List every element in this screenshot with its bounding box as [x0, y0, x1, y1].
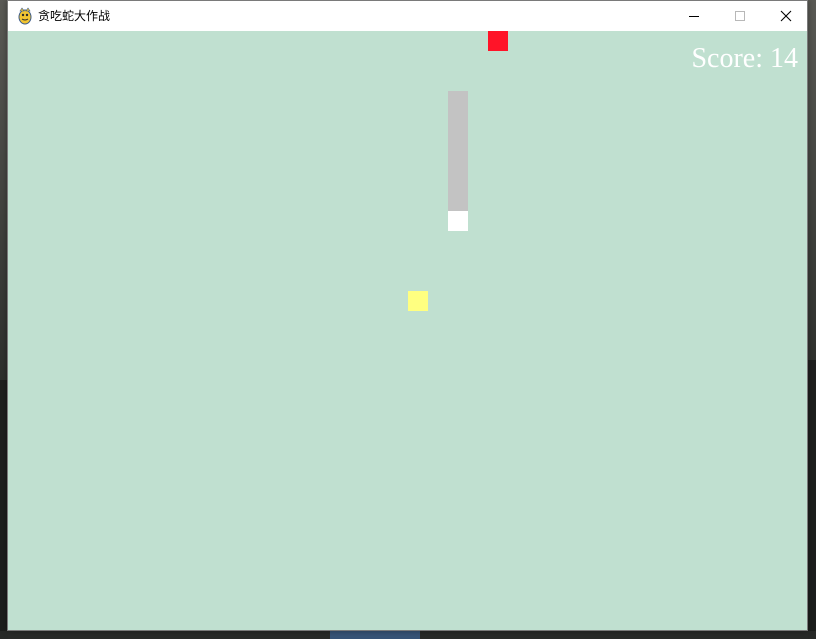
snake-body-segment: [448, 91, 468, 111]
game-window: 贪吃蛇大作战 Score: 14: [7, 0, 808, 631]
snake-head: [448, 211, 468, 231]
maximize-button[interactable]: [717, 1, 763, 31]
snake-body-segment: [448, 111, 468, 131]
bomb-block: [488, 31, 508, 51]
score-display: Score: 14: [691, 42, 798, 76]
snake-body-segment: [448, 151, 468, 171]
food-block: [408, 291, 428, 311]
window-title: 贪吃蛇大作战: [38, 9, 111, 23]
snake-body-segment: [448, 191, 468, 211]
score-label: Score:: [691, 43, 763, 74]
minimize-icon: [689, 16, 699, 17]
maximize-icon: [735, 11, 745, 21]
pygame-snake-icon: [18, 7, 32, 25]
snake-body-segment: [448, 131, 468, 151]
minimize-button[interactable]: [671, 1, 717, 31]
title-bar[interactable]: 贪吃蛇大作战: [8, 1, 807, 31]
score-value: 14: [770, 43, 798, 74]
close-icon: [780, 10, 792, 22]
close-button[interactable]: [763, 1, 809, 31]
snake-body-segment: [448, 171, 468, 191]
game-canvas[interactable]: Score: 14: [8, 31, 807, 630]
